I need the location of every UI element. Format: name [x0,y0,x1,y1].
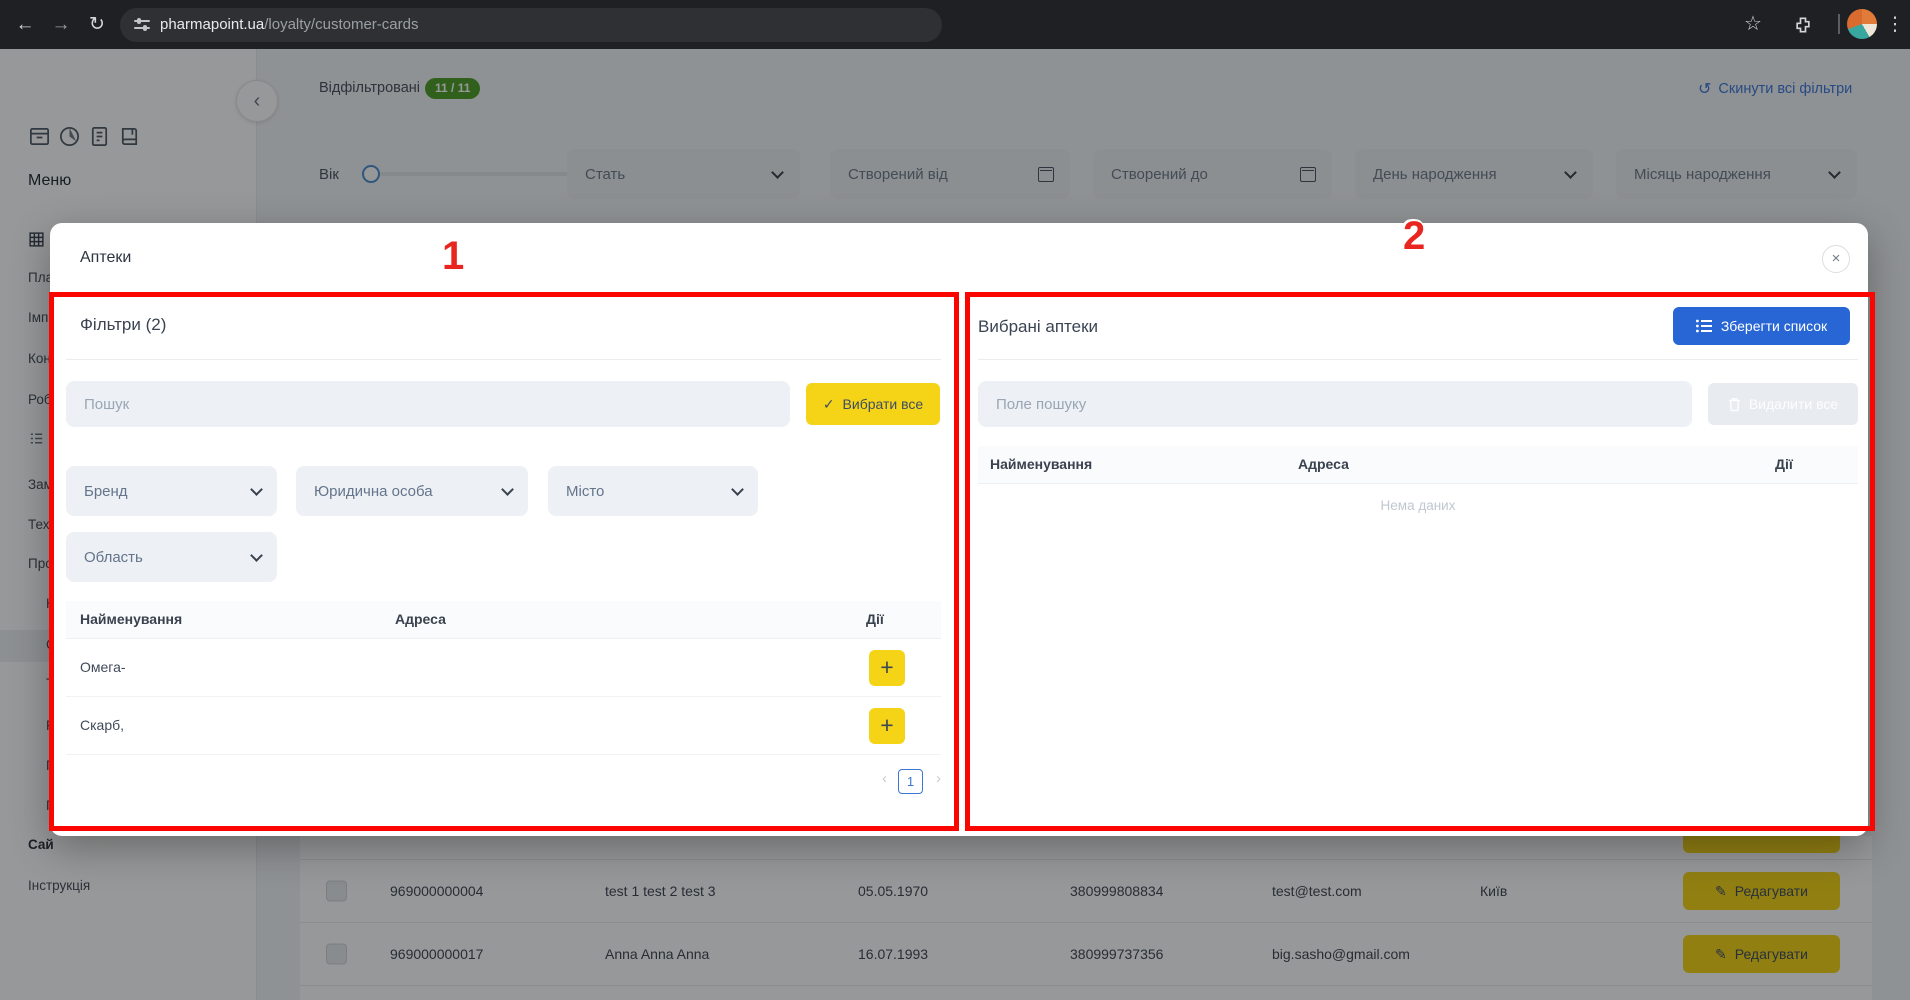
chevron-down-icon [501,482,514,496]
annotation-box-2 [965,292,1875,831]
chevron-down-icon [731,482,744,496]
site-info-icon[interactable] [134,17,150,33]
col-address: Адреса [1298,456,1349,472]
selected-panel-title: Вибрані аптеки [978,317,1099,336]
bullet-list-icon [1695,319,1712,333]
legal-entity-select[interactable]: Юридична особа [296,466,528,516]
selected-search-input[interactable] [978,381,1692,427]
delete-all-label: Видалити все [1748,396,1839,412]
save-list-label: Зберегти список [1720,318,1828,334]
modal-close-button[interactable]: × [1822,245,1850,273]
plus-icon: + [880,654,894,680]
divider [66,359,941,360]
url-text[interactable]: pharmapoint.ua/loyalty/customer-cards [160,8,418,42]
pharmacy-name: Омега- [80,659,126,675]
save-list-button[interactable]: Зберегти список [1673,307,1850,345]
check-icon: ✓ [822,395,835,412]
col-actions: Дії [866,611,884,627]
browser-chrome: ← → ↻ pharmapoint.ua/loyalty/customer-ca… [0,0,1910,49]
delete-all-button[interactable]: Видалити все [1708,383,1858,425]
pharmacy-search-input[interactable] [66,381,790,427]
col-actions: Дії [1775,456,1793,472]
pharmacies-modal: Аптеки × Фільтри (2) ✓ Вибрати все Бренд… [49,223,1875,836]
back-icon[interactable]: ← [8,0,42,49]
add-pharmacy-button[interactable]: + [869,650,905,686]
col-name: Найменування [80,611,183,627]
city-label: Місто [566,482,605,500]
pagination-next-icon[interactable]: › [936,770,941,787]
forward-icon[interactable]: → [44,0,78,49]
modal-title: Аптеки [80,249,132,266]
table-header: Найменування Адреса Дії [66,601,941,639]
pagination-prev-icon[interactable]: ‹ [882,770,887,787]
city-select[interactable]: Місто [548,466,758,516]
pharmacy-row: Скарб, + [66,697,941,755]
toolbar-separator [1838,14,1840,34]
select-all-button[interactable]: ✓ Вибрати все [806,383,940,425]
filters-panel-title: Фільтри (2) [80,315,167,334]
chevron-down-icon [250,548,263,562]
filters-pharmacy-table: Найменування Адреса Дії Омега- + Скарб, … [66,601,941,755]
col-name: Найменування [990,456,1093,472]
pagination-page-1[interactable]: 1 [898,769,923,794]
chrome-menu-icon[interactable]: ⋮ [1878,0,1910,49]
brand-label: Бренд [84,482,128,500]
trash-icon [1728,397,1740,411]
chevron-down-icon [250,482,263,496]
col-address: Адреса [395,611,446,627]
close-icon: × [1831,250,1841,267]
brand-select[interactable]: Бренд [66,466,277,516]
pharmacy-name: Скарб, [80,717,125,733]
empty-state-text: Нема даних [1380,498,1456,513]
extensions-icon[interactable] [1786,0,1820,49]
plus-icon: + [880,712,894,738]
pharmacy-row: Омега- + [66,639,941,697]
screen: ← → ↻ pharmapoint.ua/loyalty/customer-ca… [0,0,1910,1000]
reload-icon[interactable]: ↻ [80,0,114,49]
table-header: Найменування Адреса Дії [978,446,1858,484]
region-label: Область [84,548,143,566]
url-path: /loyalty/customer-cards [264,16,419,33]
select-all-label: Вибрати все [842,396,924,412]
address-bar[interactable]: pharmapoint.ua/loyalty/customer-cards [120,8,942,42]
bookmark-star-icon[interactable]: ☆ [1736,0,1770,49]
selected-pharmacy-table: Найменування Адреса Дії Нема даних [978,446,1858,513]
region-select[interactable]: Область [66,532,277,582]
profile-avatar[interactable] [1847,9,1877,39]
url-domain: pharmapoint.ua [160,16,265,33]
legal-entity-label: Юридична особа [314,482,433,500]
divider [978,359,1858,360]
add-pharmacy-button[interactable]: + [869,708,905,744]
